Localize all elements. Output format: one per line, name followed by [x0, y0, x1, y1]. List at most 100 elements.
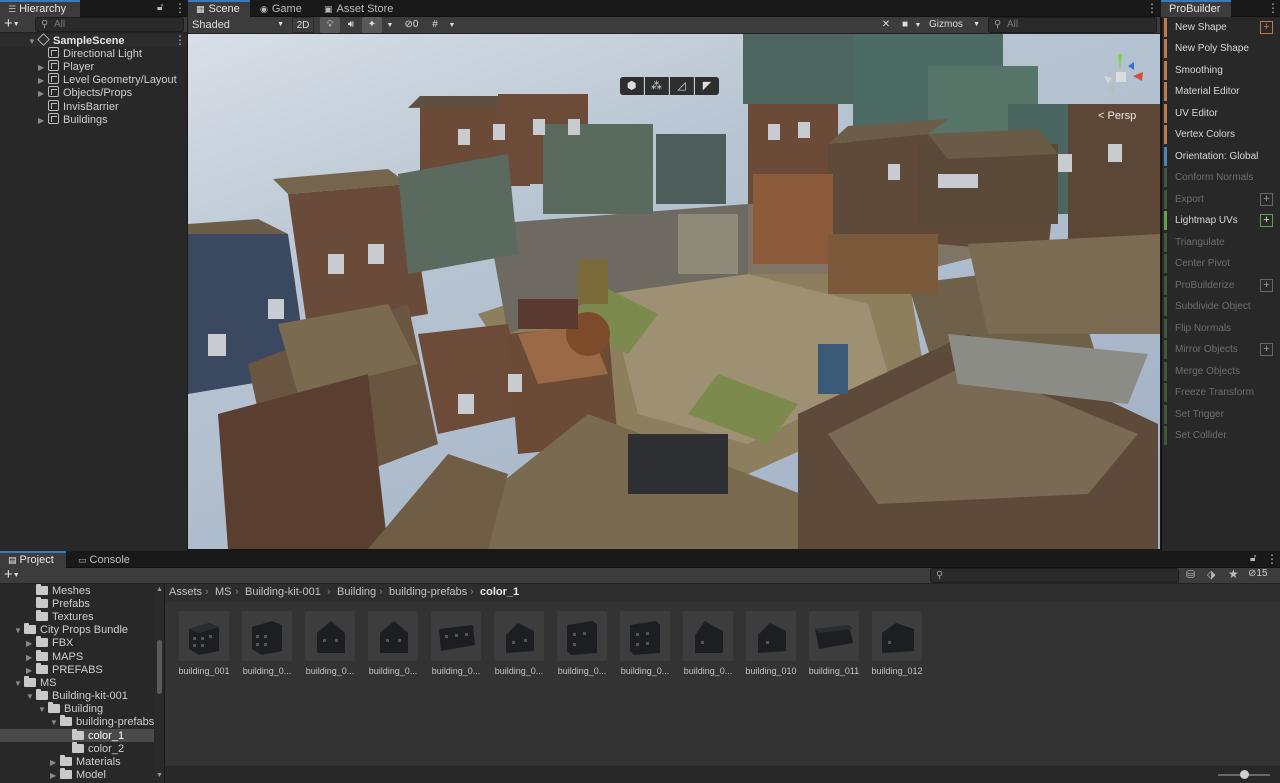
2d-toggle-button[interactable]: 2D — [292, 17, 314, 33]
fold-open-icon[interactable]: ▼ — [14, 624, 24, 637]
tree-item-meshes[interactable]: Meshes — [36, 584, 91, 598]
favorite-star-icon[interactable]: ★ — [1228, 567, 1239, 581]
asset-item[interactable]: building_0... — [366, 611, 420, 676]
probuilder-orientation[interactable]: Orientation: Global — [1164, 147, 1278, 166]
breadcrumb-assets[interactable]: Assets — [169, 586, 202, 598]
asset-item[interactable]: building_0... — [492, 611, 546, 676]
asset-item[interactable]: building_0... — [555, 611, 609, 676]
breadcrumb-building-prefabs[interactable]: building-prefabs — [389, 586, 467, 598]
scene-search-input[interactable]: ⚲ All — [988, 17, 1157, 33]
project-search-input[interactable]: ⚲ — [930, 568, 1179, 583]
probuilder-export[interactable]: Export + — [1164, 190, 1278, 209]
tab-scene[interactable]: ▦ Scene — [188, 0, 250, 17]
hidden-packages-toggle[interactable]: ⊘15 — [1248, 568, 1268, 579]
probuilder-mirror-objects[interactable]: Mirror Objects + — [1164, 340, 1278, 359]
fold-closed-icon[interactable]: ▶ — [50, 756, 60, 769]
tree-item-color-1[interactable]: color_1 — [72, 729, 124, 743]
vertex-mode-button[interactable]: ⁂ — [645, 77, 669, 95]
scene-root-item[interactable]: ▼ SampleScene — [28, 33, 125, 48]
hierarchy-item-directional-light[interactable]: Directional Light — [38, 47, 142, 60]
fold-open-icon[interactable]: ▼ — [28, 35, 38, 48]
plus-icon[interactable]: + — [1260, 21, 1273, 34]
grid-toggle-button[interactable]: # — [426, 17, 444, 33]
hierarchy-item-invisbarrier[interactable]: InvisBarrier — [38, 100, 119, 113]
fold-open-icon[interactable]: ▼ — [14, 677, 24, 690]
tree-item-building-kit-001[interactable]: ▼ Building-kit-001 — [26, 689, 128, 703]
tab-game[interactable]: ◉ Game — [252, 0, 316, 17]
edge-mode-button[interactable]: ◿ — [670, 77, 694, 95]
hierarchy-item-buildings[interactable]: ▶ Buildings — [38, 113, 108, 126]
filter-by-type-icon[interactable]: ⛁ — [1186, 568, 1195, 581]
fold-closed-icon[interactable]: ▶ — [38, 114, 48, 127]
asset-item[interactable]: building_012 — [870, 611, 924, 676]
tab-probuilder[interactable]: ProBuilder — [1161, 0, 1231, 17]
probuilder-flip-normals[interactable]: Flip Normals — [1164, 319, 1278, 338]
probuilder-center-pivot[interactable]: Center Pivot — [1164, 254, 1278, 273]
asset-item[interactable]: building_0... — [681, 611, 735, 676]
asset-item[interactable]: building_0... — [240, 611, 294, 676]
probuilder-subdivide-object[interactable]: Subdivide Object — [1164, 297, 1278, 316]
hierarchy-item-player[interactable]: ▶ Player — [38, 60, 94, 73]
grid-dropdown[interactable]: ▼ — [445, 17, 459, 33]
tree-item-model[interactable]: ▶ Model — [50, 768, 106, 782]
effects-toggle-button[interactable]: ✦ — [362, 17, 382, 33]
create-asset-button[interactable]: +▼ — [4, 566, 20, 583]
kebab-menu-icon[interactable]: ⋮ — [1267, 1, 1279, 15]
asset-item[interactable]: building_0... — [429, 611, 483, 676]
thumbnail-size-slider[interactable] — [1218, 770, 1270, 779]
asset-item[interactable]: building_0... — [618, 611, 672, 676]
object-mode-button[interactable]: ⬢ — [620, 77, 644, 95]
scene-viewport[interactable]: ⬢ ⁂ ◿ ◤ < Persp — [188, 34, 1160, 549]
tree-item-textures[interactable]: Textures — [36, 610, 94, 624]
filter-by-label-icon[interactable]: ⬗ — [1207, 568, 1215, 581]
camera-dropdown[interactable]: ▼ — [912, 17, 924, 33]
tree-item-city-props-bundle[interactable]: ▼ City Props Bundle — [14, 623, 128, 637]
plus-icon[interactable]: + — [1260, 343, 1273, 356]
tree-scrollbar[interactable]: ▲ ▼ — [155, 584, 164, 783]
tree-item-ms[interactable]: ▼ MS — [14, 676, 57, 690]
asset-item[interactable]: building_001 — [177, 611, 231, 676]
tree-item-building[interactable]: ▼ Building — [38, 702, 103, 716]
slider-handle[interactable] — [1240, 770, 1249, 779]
kebab-menu-icon[interactable]: ⋮ — [1266, 552, 1278, 566]
hierarchy-search-input[interactable]: ⚲ All — [35, 17, 184, 32]
tools-button[interactable]: ✕ — [877, 17, 895, 33]
camera-button[interactable]: ■ — [898, 17, 912, 33]
scroll-up-icon[interactable]: ▲ — [156, 586, 163, 593]
tab-asset-store[interactable]: ▣ Asset Store — [316, 0, 412, 17]
probuilder-conform-normals[interactable]: Conform Normals — [1164, 168, 1278, 187]
probuilder-material-editor[interactable]: Material Editor — [1164, 82, 1278, 101]
lighting-toggle-button[interactable]: 💡︎ — [320, 17, 340, 33]
breadcrumb-building[interactable]: Building — [337, 586, 376, 598]
probuilder-vertex-colors[interactable]: Vertex Colors — [1164, 125, 1278, 144]
breadcrumb-ms[interactable]: MS — [215, 586, 232, 598]
asset-item[interactable]: building_010 — [744, 611, 798, 676]
scene-kebab-icon[interactable]: ⋮ — [174, 33, 186, 47]
fold-open-icon[interactable]: ▼ — [50, 716, 60, 729]
scroll-down-icon[interactable]: ▼ — [156, 772, 163, 779]
fold-open-icon[interactable]: ▼ — [26, 690, 36, 703]
probuilder-lightmap-uvs[interactable]: Lightmap UVs + — [1164, 211, 1278, 230]
asset-item[interactable]: building_0... — [303, 611, 357, 676]
probuilder-freeze-transform[interactable]: Freeze Transform — [1164, 383, 1278, 402]
audio-toggle-button[interactable]: 🔊︎ — [341, 17, 361, 33]
lock-icon[interactable]: 🔓︎ — [1250, 553, 1256, 564]
breadcrumb-color-1[interactable]: color_1 — [480, 586, 519, 598]
hierarchy-item-level-geometry[interactable]: ▶ Level Geometry/Layout — [38, 73, 177, 86]
probuilder-set-collider[interactable]: Set Collider — [1164, 426, 1278, 445]
probuilder-triangulate[interactable]: Triangulate — [1164, 233, 1278, 252]
tree-item-building-prefabs[interactable]: ▼ building-prefabs — [50, 715, 154, 729]
fold-closed-icon[interactable]: ▶ — [38, 87, 48, 100]
plus-icon[interactable]: + — [1260, 279, 1273, 292]
fold-open-icon[interactable]: ▼ — [38, 703, 48, 716]
tree-item-maps[interactable]: ▶ MAPS — [26, 650, 83, 664]
fold-closed-icon[interactable]: ▶ — [26, 637, 36, 650]
tree-item-prefabs[interactable]: Prefabs — [36, 597, 90, 611]
shading-mode-dropdown[interactable]: Shaded ▼ — [188, 17, 288, 34]
add-object-button[interactable]: +▼ — [4, 15, 20, 32]
kebab-menu-icon[interactable]: ⋮ — [1146, 1, 1158, 15]
hierarchy-item-objects-props[interactable]: ▶ Objects/Props — [38, 86, 132, 99]
scene-visibility-toggle[interactable]: ⊘0 — [399, 17, 424, 33]
plus-icon[interactable]: + — [1260, 193, 1273, 206]
face-mode-button[interactable]: ◤ — [695, 77, 719, 95]
